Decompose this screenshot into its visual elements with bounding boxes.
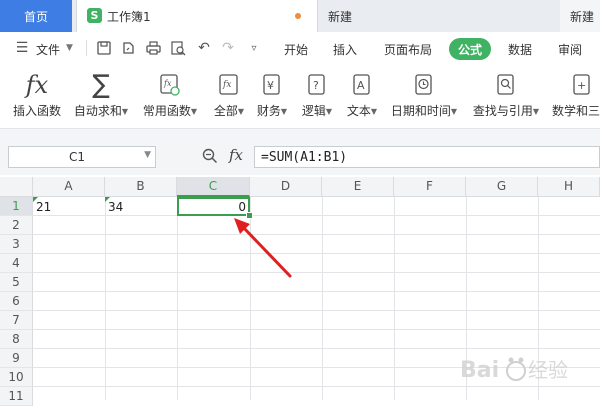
column-header-b[interactable]: B xyxy=(105,177,177,197)
svg-text:+: + xyxy=(577,79,586,92)
baidu-watermark-logo: Bai 经验 xyxy=(458,343,598,393)
export-icon[interactable] xyxy=(120,40,136,56)
save-icon[interactable] xyxy=(96,40,112,56)
logic-icon: ? xyxy=(299,70,335,100)
row-header-2[interactable]: 2 xyxy=(0,216,33,235)
insert-function-button[interactable]: fx 插入函数 xyxy=(12,70,62,119)
name-box-value: C1 xyxy=(68,150,85,164)
logic-button[interactable]: ? 逻辑▼ xyxy=(299,70,335,119)
all-functions-button[interactable]: fx 全部▼ xyxy=(208,70,250,119)
menu-data[interactable]: 数据 xyxy=(508,41,532,58)
text-icon: A xyxy=(344,70,380,100)
column-header-a[interactable]: A xyxy=(33,177,105,197)
common-functions-icon: fx xyxy=(140,70,200,100)
fx-icon: fx xyxy=(25,71,49,99)
column-header-d[interactable]: D xyxy=(250,177,322,197)
lookup-icon xyxy=(470,70,542,100)
tab-workbook-label: 工作簿1 xyxy=(107,10,151,24)
tab-workbook[interactable]: S 工作簿1 xyxy=(76,0,318,32)
tab-new-2[interactable]: 新建 xyxy=(560,0,600,32)
svg-text:A: A xyxy=(357,79,365,92)
hamburger-icon[interactable]: ☰ xyxy=(14,40,30,56)
file-menu[interactable]: 文件 xyxy=(36,41,60,58)
row-header-3[interactable]: 3 xyxy=(0,235,33,254)
cell-b1[interactable]: 34 xyxy=(108,200,123,214)
row-header-9[interactable]: 9 xyxy=(0,349,33,368)
all-functions-icon: fx xyxy=(208,70,250,100)
row-header-6[interactable]: 6 xyxy=(0,292,33,311)
cell-a1[interactable]: 21 xyxy=(36,200,51,214)
column-header-f[interactable]: F xyxy=(394,177,466,197)
autosum-button[interactable]: ∑ 自动求和▼ xyxy=(72,70,130,119)
svg-text:¥: ¥ xyxy=(267,79,274,92)
column-header-e[interactable]: E xyxy=(322,177,394,197)
tab-new[interactable]: 新建 xyxy=(318,0,556,32)
unsaved-dot-icon xyxy=(295,13,301,19)
formula-text: =SUM(A1:B1) xyxy=(261,150,348,165)
svg-text:Bai: Bai xyxy=(460,358,499,383)
spreadsheet-logo-icon: S xyxy=(87,8,102,23)
menu-formulas[interactable]: 公式 xyxy=(449,38,491,60)
row-header-5[interactable]: 5 xyxy=(0,273,33,292)
undo-icon[interactable]: ↶ xyxy=(196,40,212,56)
menu-insert[interactable]: 插入 xyxy=(333,41,357,58)
row-header-10[interactable]: 10 xyxy=(0,368,33,387)
sigma-icon: ∑ xyxy=(92,70,110,100)
common-functions-button[interactable]: fx 常用函数▼ xyxy=(140,70,200,119)
svg-text:fx: fx xyxy=(163,79,172,88)
tab-home[interactable]: 首页 xyxy=(0,0,72,32)
column-header-h[interactable]: H xyxy=(538,177,600,197)
finance-icon: ¥ xyxy=(254,70,290,100)
finance-button[interactable]: ¥ 财务▼ xyxy=(254,70,290,119)
clock-icon xyxy=(388,70,460,100)
select-all-corner[interactable] xyxy=(0,177,33,197)
quick-access-more-icon[interactable]: ▿ xyxy=(246,40,262,56)
lookup-reference-button[interactable]: 查找与引用▼ xyxy=(470,70,542,119)
column-header-c[interactable]: C xyxy=(177,177,250,197)
date-time-button[interactable]: 日期和时间▼ xyxy=(388,70,460,119)
chevron-down-icon[interactable]: ▼ xyxy=(144,150,151,160)
red-arrow-icon xyxy=(234,218,292,278)
column-header-g[interactable]: G xyxy=(466,177,538,197)
redo-icon[interactable]: ↷ xyxy=(220,40,236,56)
name-box[interactable]: C1 ▼ xyxy=(8,146,156,168)
svg-text:经验: 经验 xyxy=(528,358,568,382)
row-header-1[interactable]: 1 xyxy=(0,197,33,216)
row-header-8[interactable]: 8 xyxy=(0,330,33,349)
svg-text:fx: fx xyxy=(222,80,231,90)
math-trig-button[interactable]: + 数学和三 xyxy=(552,70,600,119)
formula-input[interactable]: =SUM(A1:B1) xyxy=(254,146,600,168)
chevron-down-icon[interactable]: ▼ xyxy=(66,43,73,53)
row-header-4[interactable]: 4 xyxy=(0,254,33,273)
row-header-11[interactable]: 11 xyxy=(0,387,33,406)
text-functions-button[interactable]: A 文本▼ xyxy=(344,70,380,119)
zoom-search-icon[interactable] xyxy=(202,148,218,164)
insert-function-fx-icon[interactable]: fx xyxy=(229,146,243,164)
menu-review[interactable]: 审阅 xyxy=(558,41,582,58)
row-header-7[interactable]: 7 xyxy=(0,311,33,330)
math-icon: + xyxy=(552,70,600,100)
svg-text:?: ? xyxy=(313,79,319,92)
print-icon[interactable] xyxy=(145,40,161,56)
menu-start[interactable]: 开始 xyxy=(284,41,308,58)
menu-page-layout[interactable]: 页面布局 xyxy=(384,41,432,58)
print-preview-icon[interactable] xyxy=(170,40,186,56)
